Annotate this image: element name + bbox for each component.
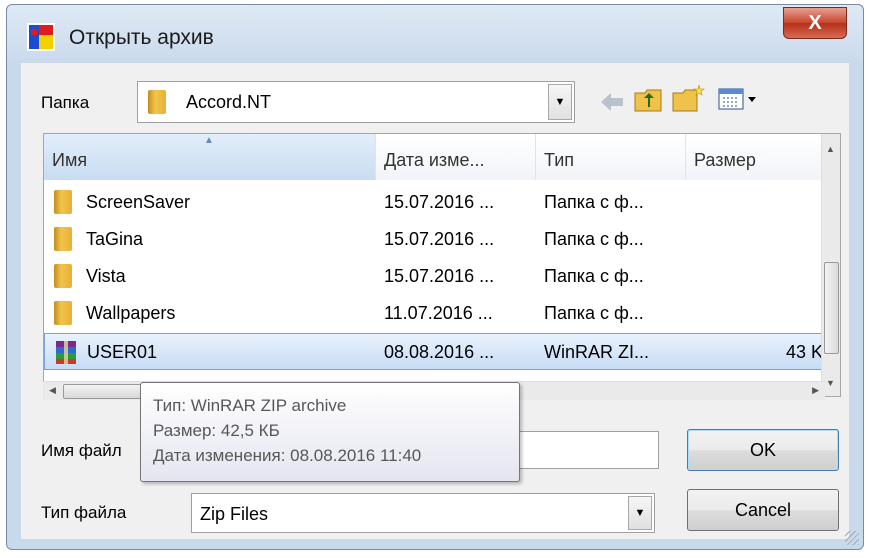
- back-icon[interactable]: [599, 91, 625, 113]
- column-header-size[interactable]: Размер: [686, 134, 826, 180]
- app-icon: [27, 23, 55, 51]
- up-folder-icon[interactable]: [633, 87, 663, 113]
- chevron-down-icon[interactable]: ▼: [548, 84, 572, 120]
- folder-value: Accord.NT: [186, 92, 272, 112]
- tooltip-type: Тип: WinRAR ZIP archive: [153, 396, 347, 415]
- close-button[interactable]: X: [783, 7, 847, 39]
- column-header-type[interactable]: Тип: [536, 134, 686, 180]
- scroll-left-icon[interactable]: ◀: [49, 385, 56, 396]
- scroll-thumb[interactable]: [824, 262, 839, 354]
- list-item[interactable]: Wallpapers 11.07.2016 ... Папка с ф...: [44, 295, 826, 332]
- ok-button[interactable]: OK: [687, 429, 839, 471]
- folder-icon: [54, 264, 72, 288]
- file-list[interactable]: Имя ▲ Дата изме... Тип Размер ScreenSave…: [43, 133, 841, 397]
- file-info-tooltip: Тип: WinRAR ZIP archive Размер: 42,5 КБ …: [140, 382, 520, 482]
- chevron-down-icon[interactable]: ▼: [628, 496, 652, 530]
- tooltip-modified: Дата изменения: 08.08.2016 11:40: [153, 446, 422, 465]
- filetype-value: Zip Files: [200, 504, 269, 524]
- window-title: Открыть архив: [69, 26, 214, 49]
- tooltip-size: Размер: 42,5 КБ: [153, 421, 280, 440]
- sort-ascending-icon: ▲: [204, 135, 214, 146]
- column-header-date[interactable]: Дата изме...: [376, 134, 536, 180]
- folder-icon: [148, 90, 166, 114]
- list-item[interactable]: ScreenSaver 15.07.2016 ... Папка с ф...: [44, 184, 826, 221]
- view-menu-icon[interactable]: [717, 87, 761, 111]
- folder-combo[interactable]: Accord.NT ▼: [137, 81, 575, 123]
- new-folder-icon[interactable]: [671, 83, 705, 113]
- close-icon: X: [808, 11, 822, 34]
- filetype-label: Тип файла: [41, 503, 127, 522]
- folder-label: Папка: [41, 93, 90, 112]
- vertical-scrollbar[interactable]: ▲ ▼: [821, 134, 840, 396]
- title-bar[interactable]: Открыть архив X: [7, 5, 863, 69]
- list-item-selected[interactable]: USER01 08.08.2016 ... WinRAR ZI... 43 K: [44, 333, 826, 370]
- list-item[interactable]: TaGina 15.07.2016 ... Папка с ф...: [44, 221, 826, 258]
- folder-icon: [54, 301, 72, 325]
- filetype-select[interactable]: Zip Files ▼: [191, 493, 655, 533]
- cancel-button[interactable]: Cancel: [687, 489, 839, 531]
- scroll-down-icon[interactable]: ▼: [826, 378, 835, 388]
- winrar-archive-icon: [56, 341, 76, 364]
- list-item[interactable]: Vista 15.07.2016 ... Папка с ф...: [44, 258, 826, 295]
- resize-grip[interactable]: [845, 531, 859, 545]
- scroll-up-icon[interactable]: ▲: [826, 144, 835, 154]
- filename-label: Имя файл: [41, 441, 122, 460]
- folder-icon: [54, 227, 72, 251]
- column-header-name[interactable]: Имя ▲: [44, 134, 376, 180]
- scroll-right-icon[interactable]: ▶: [812, 385, 819, 396]
- folder-icon: [54, 190, 72, 214]
